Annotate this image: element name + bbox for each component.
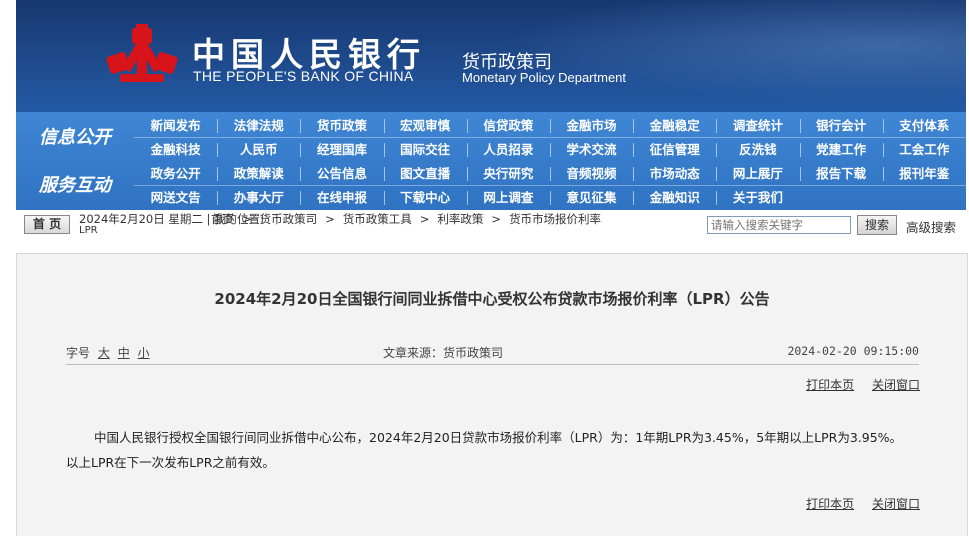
font-size-small[interactable]: 小 [138, 346, 150, 360]
nav-item[interactable]: 法律法规 [217, 115, 300, 137]
nav-item[interactable]: 金融稳定 [633, 115, 716, 137]
breadcrumb-separator-icon: > [325, 212, 335, 226]
nav-item[interactable]: 人民币 [217, 139, 300, 161]
nav-item[interactable]: 报告下载 [799, 163, 883, 185]
bank-name-en: THE PEOPLE'S BANK OF CHINA [193, 68, 414, 84]
nav-item[interactable]: 工会工作 [882, 139, 966, 161]
advanced-search-link[interactable]: 高级搜索 [906, 217, 956, 236]
nav-item[interactable]: 银行会计 [799, 115, 883, 137]
nav-item[interactable]: 政务公开 [134, 163, 217, 185]
nav-row: 新闻发布 法律法规 货币政策 宏观审慎 信贷政策 金融市场 金融稳定 调查统计 银行会计 支付体系 [134, 115, 966, 137]
nav-item[interactable]: 图文直播 [383, 163, 467, 185]
nav-item[interactable]: 网送文告 [134, 187, 217, 209]
nav-item[interactable]: 金融知识 [633, 187, 716, 209]
nav-row: 网送文告 办事大厅 在线申报 下载中心 网上调查 意见征集 金融知识 关于我们 [134, 185, 966, 209]
print-link[interactable]: 打印本页 [806, 378, 854, 392]
nav-item[interactable]: 金融科技 [134, 139, 217, 161]
breadcrumb-item[interactable]: 首页 [211, 212, 234, 226]
font-size-label: 字号 [66, 346, 91, 360]
publish-time: 2024-02-20 09:15:00 [787, 344, 919, 358]
nav-info-disclosure: 信息公开 新闻发布 法律法规 货币政策 宏观审慎 信贷政策 金融市场 金融稳定 调查统计 银行会… [16, 114, 966, 161]
nav-item[interactable]: 音频视频 [549, 163, 633, 185]
search-button[interactable]: 搜索 [857, 215, 897, 235]
close-window-link[interactable]: 关闭窗口 [872, 497, 920, 511]
department-name-en: Monetary Policy Department [462, 70, 627, 85]
nav-group-title-info[interactable]: 信息公开 [16, 114, 134, 161]
nav-row: 金融科技 人民币 经理国库 国际交往 人员招录 学术交流 征信管理 反洗钱 党建工作 工会工作 [134, 137, 966, 161]
search-input[interactable] [707, 216, 851, 234]
nav-item[interactable]: 调查统计 [716, 115, 799, 137]
nav-item[interactable]: 央行研究 [466, 163, 550, 185]
nav-item[interactable]: 政策解读 [217, 163, 300, 185]
nav-item[interactable]: 网上展厅 [716, 163, 799, 185]
pboc-emblem-icon[interactable] [106, 24, 178, 88]
breadcrumb-item[interactable]: 货币政策工具 [343, 212, 412, 226]
breadcrumb: 首页 > 货币政策司 > 货币政策工具 > 利率政策 > 货币市场报价利率 [211, 211, 601, 227]
nav-item[interactable]: 人员招录 [466, 139, 550, 161]
nav-item[interactable]: 支付体系 [882, 115, 966, 137]
nav-item[interactable]: 党建工作 [799, 139, 883, 161]
nav-item[interactable]: 反洗钱 [716, 139, 799, 161]
nav-item[interactable]: 下载中心 [383, 187, 467, 209]
breadcrumb-item[interactable]: 货币市场报价利率 [509, 212, 601, 226]
nav-item[interactable]: 在线申报 [300, 187, 383, 209]
nav-item[interactable]: 报刊年鉴 [882, 163, 966, 185]
date-value: 2024年2月20日 星期二 [79, 212, 203, 226]
nav-item[interactable]: 信贷政策 [466, 115, 550, 137]
nav-item[interactable]: 货币政策 [300, 115, 383, 137]
breadcrumb-separator-icon: > [419, 212, 430, 226]
nav-service-interaction: 服务互动 政务公开 政策解读 公告信息 图文直播 央行研究 音频视频 市场动态 网上展厅 报告下… [16, 162, 966, 209]
nav-item[interactable]: 市场动态 [633, 163, 716, 185]
main-nav: 信息公开 新闻发布 法律法规 货币政策 宏观审慎 信贷政策 金融市场 金融稳定 调查统计 银行会… [16, 112, 966, 210]
nav-item[interactable]: 学术交流 [549, 139, 633, 161]
breadcrumb-separator-icon: > [242, 212, 252, 226]
home-button[interactable]: 首 页 [24, 215, 70, 234]
date-overflow-text: LPR [79, 225, 98, 236]
breadcrumb-item[interactable]: 货币政策司 [260, 212, 318, 226]
article-body: 中国人民银行授权全国银行间同业拆借中心公布，2024年2月20日贷款市场报价利率… [66, 430, 903, 470]
nav-item[interactable]: 宏观审慎 [383, 115, 467, 137]
nav-row: 政务公开 政策解读 公告信息 图文直播 央行研究 音频视频 市场动态 网上展厅 报告下载 报刊年鉴 [134, 163, 966, 185]
nav-item[interactable]: 公告信息 [300, 163, 383, 185]
article-tools-bottom: 打印本页 关闭窗口 [792, 495, 920, 512]
nav-item[interactable]: 金融市场 [549, 115, 633, 137]
font-size-large[interactable]: 大 [98, 346, 110, 360]
article-title: 2024年2月20日全国银行间同业拆借中心受权公布贷款市场报价利率（LPR）公告 [214, 290, 770, 308]
nav-item[interactable]: 办事大厅 [217, 187, 300, 209]
nav-item[interactable]: 意见征集 [549, 187, 633, 209]
breadcrumb-bar: 首 页 2024年2月20日 星期二 | 我的位置: LPR 首页 > 货币政策司 >… [16, 210, 966, 238]
nav-item[interactable]: 经理国库 [300, 139, 383, 161]
font-size-control: 字号 大 中 小 [66, 344, 150, 361]
font-size-medium[interactable]: 中 [118, 346, 130, 360]
article-meta: 字号 大 中 小 文章来源：货币政策司 2024-02-20 09:15:00 [66, 338, 919, 365]
nav-item[interactable]: 征信管理 [633, 139, 716, 161]
article-tools-top: 打印本页 关闭窗口 [792, 376, 920, 393]
close-window-link[interactable]: 关闭窗口 [872, 378, 920, 392]
print-link[interactable]: 打印本页 [806, 497, 854, 511]
header-banner: 中国人民银行 THE PEOPLE'S BANK OF CHINA 货币政策司 … [16, 0, 966, 112]
nav-item[interactable]: 国际交往 [383, 139, 467, 161]
nav-item[interactable]: 关于我们 [716, 187, 799, 209]
nav-item[interactable]: 新闻发布 [134, 115, 217, 137]
breadcrumb-item[interactable]: 利率政策 [437, 212, 483, 226]
article-panel: 2024年2月20日全国银行间同业拆借中心受权公布贷款市场报价利率（LPR）公告… [16, 253, 968, 536]
article-source: 文章来源：货币政策司 [383, 346, 504, 360]
nav-item[interactable]: 网上调查 [466, 187, 550, 209]
breadcrumb-separator-icon: > [491, 212, 502, 226]
nav-group-title-service[interactable]: 服务互动 [16, 162, 134, 209]
